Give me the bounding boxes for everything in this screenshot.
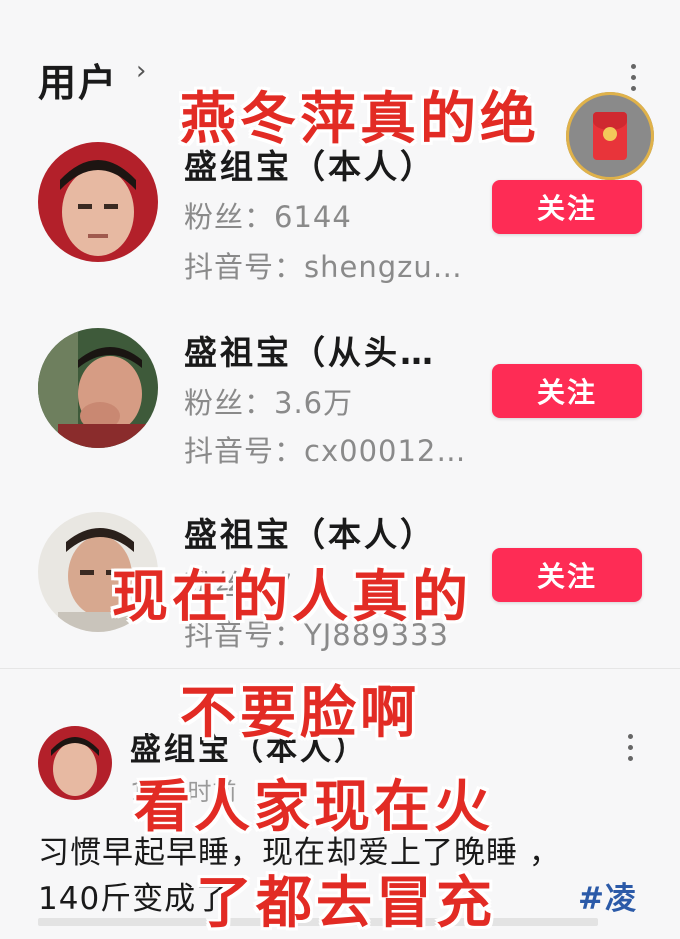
- follow-button[interactable]: 关注: [492, 180, 642, 234]
- user-name[interactable]: 盛祖宝（从头…: [184, 326, 436, 374]
- follow-button[interactable]: 关注: [492, 364, 642, 418]
- overlay-caption: 燕冬萍真的绝: [180, 87, 540, 152]
- id-label: 抖音号：: [184, 434, 305, 468]
- id-value: shengzu…: [304, 250, 463, 284]
- section-title: 用户: [38, 61, 119, 105]
- user-fans: 粉丝：3.6万: [184, 380, 353, 422]
- id-label: 抖音号：: [184, 250, 305, 284]
- overlay-caption: 现在的人真的: [112, 565, 472, 630]
- fans-label: 粉丝：: [184, 386, 275, 420]
- user-id: 抖音号：cx00012…: [184, 428, 466, 470]
- follow-button[interactable]: 关注: [492, 548, 642, 602]
- post-more-icon[interactable]: [625, 734, 635, 761]
- red-packet-button[interactable]: [566, 92, 654, 180]
- user-fans: 粉丝：6144: [184, 194, 352, 236]
- post-hashtag[interactable]: #凌: [578, 876, 637, 922]
- overlay-caption: 不要脸啊: [180, 681, 420, 746]
- red-packet-icon: [593, 112, 627, 160]
- avatar[interactable]: [38, 142, 158, 262]
- user-id: 抖音号：shengzu…: [184, 244, 463, 286]
- fans-count: 6144: [274, 200, 352, 234]
- post-avatar[interactable]: [38, 726, 112, 800]
- more-options-icon[interactable]: [628, 64, 638, 91]
- fans-label: 粉丝：: [184, 200, 275, 234]
- user-name[interactable]: 盛祖宝（本人）: [184, 508, 436, 556]
- overlay-caption: 了都去冒充: [196, 871, 496, 936]
- avatar[interactable]: [38, 328, 158, 448]
- overlay-caption: 看人家现在火: [134, 775, 494, 840]
- fans-count: 3.6万: [274, 386, 354, 420]
- chevron-right-icon[interactable]: ›: [136, 56, 146, 86]
- id-value: cx00012…: [304, 434, 467, 468]
